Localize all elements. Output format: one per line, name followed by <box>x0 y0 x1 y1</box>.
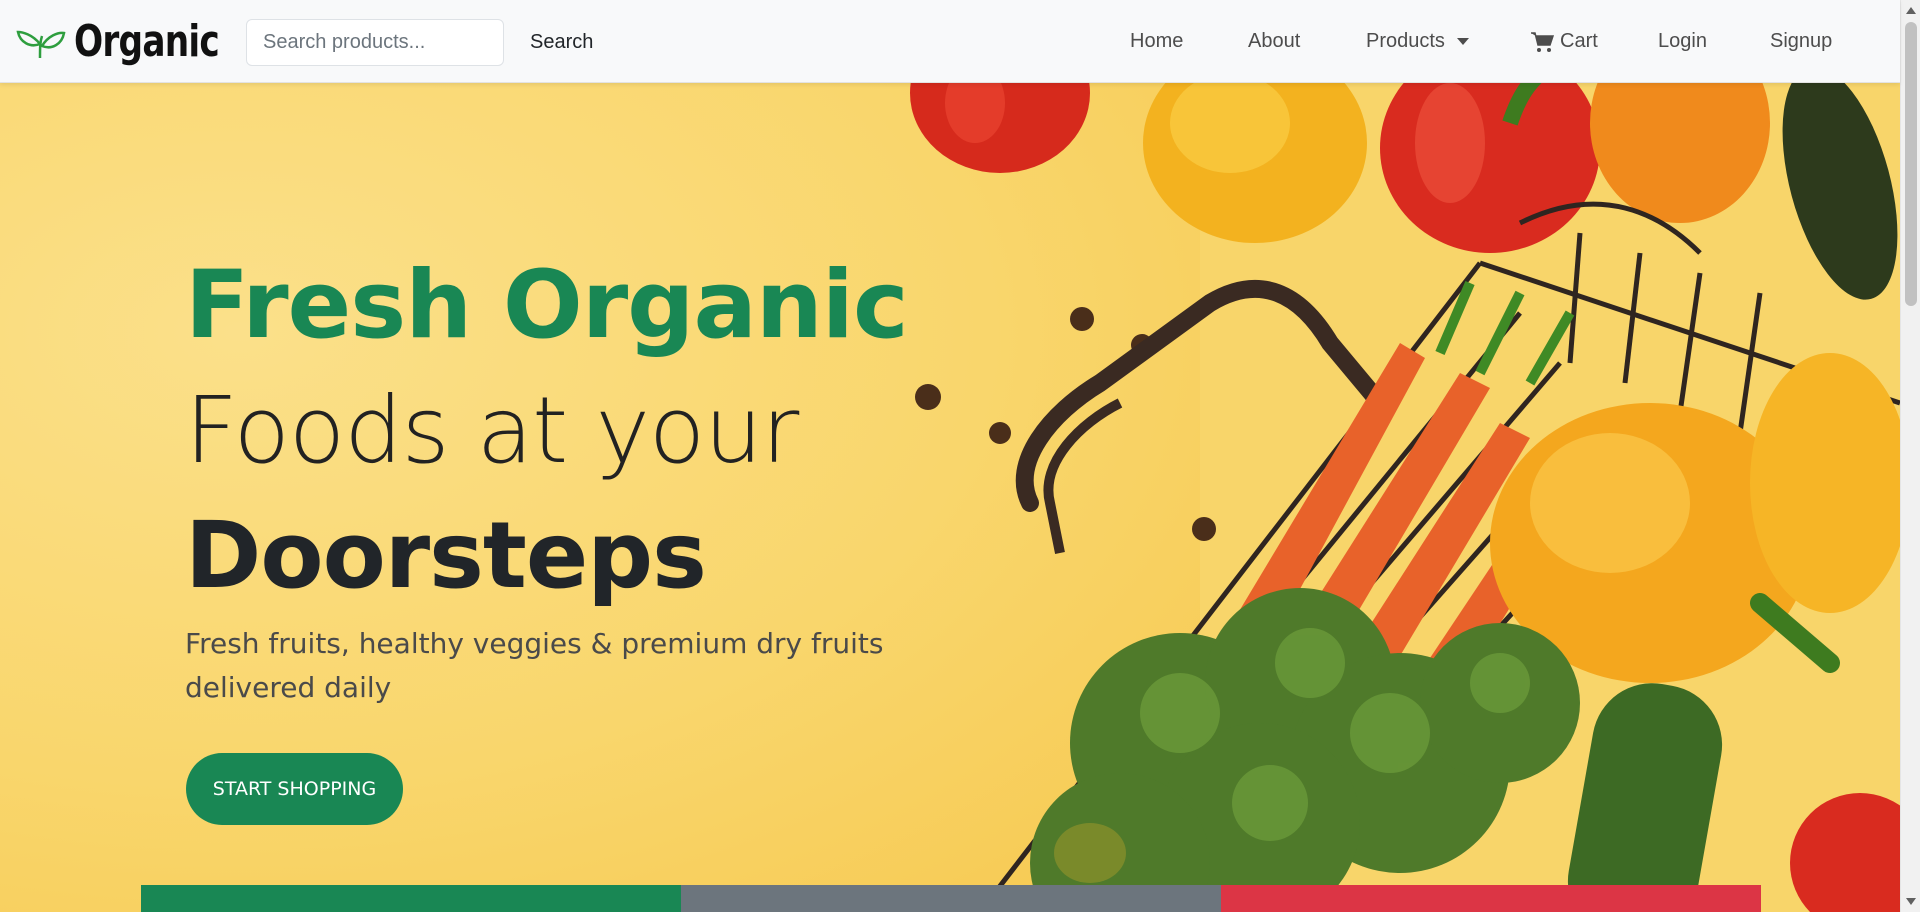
hero-subtext: Fresh fruits, healthy veggies & premium … <box>185 627 884 704</box>
nav-about[interactable]: About <box>1248 0 1300 83</box>
nav-login[interactable]: Login <box>1658 0 1707 83</box>
strip-gray <box>681 885 1221 912</box>
vegetable-basket-image <box>910 83 1900 912</box>
nav-products-label: Products <box>1366 30 1445 52</box>
strip-red <box>1221 885 1761 912</box>
caret-down-icon <box>1456 38 1469 45</box>
hero-headline-line1: Fresh Organic <box>185 251 909 360</box>
shopping-cart-icon <box>1531 31 1554 52</box>
nav-cart[interactable]: Cart <box>1530 0 1598 83</box>
scroll-up-arrow-icon[interactable] <box>1906 7 1916 14</box>
hero-section: Fresh Organic Foods at your Doorsteps Fr… <box>0 83 1900 912</box>
start-shopping-button[interactable]: START SHOPPING <box>186 753 403 825</box>
search-input[interactable] <box>246 19 504 66</box>
hero-headline-line2: Foods at your <box>185 377 799 484</box>
brand-name: Organic <box>74 15 220 67</box>
navbar: Organic Search Home About Products Cart … <box>0 0 1900 83</box>
nav-home[interactable]: Home <box>1130 0 1183 83</box>
nav-signup[interactable]: Signup <box>1770 0 1832 83</box>
nav-cart-label: Cart <box>1560 30 1598 52</box>
brand-logo[interactable]: Organic <box>16 16 260 67</box>
leaf-sprout-icon <box>16 30 66 59</box>
search-button[interactable]: Search <box>516 19 607 66</box>
scroll-down-arrow-icon[interactable] <box>1906 898 1916 905</box>
hero-content: Fresh Organic Foods at your Doorsteps Fr… <box>185 243 945 710</box>
nav-products-dropdown[interactable]: Products <box>1366 0 1469 83</box>
strip-green <box>141 885 681 912</box>
color-strip <box>141 885 1761 912</box>
hero-headline-line3: Doorsteps <box>185 502 707 609</box>
scroll-thumb[interactable] <box>1905 22 1917 306</box>
page-scrollbar[interactable] <box>1900 0 1920 912</box>
